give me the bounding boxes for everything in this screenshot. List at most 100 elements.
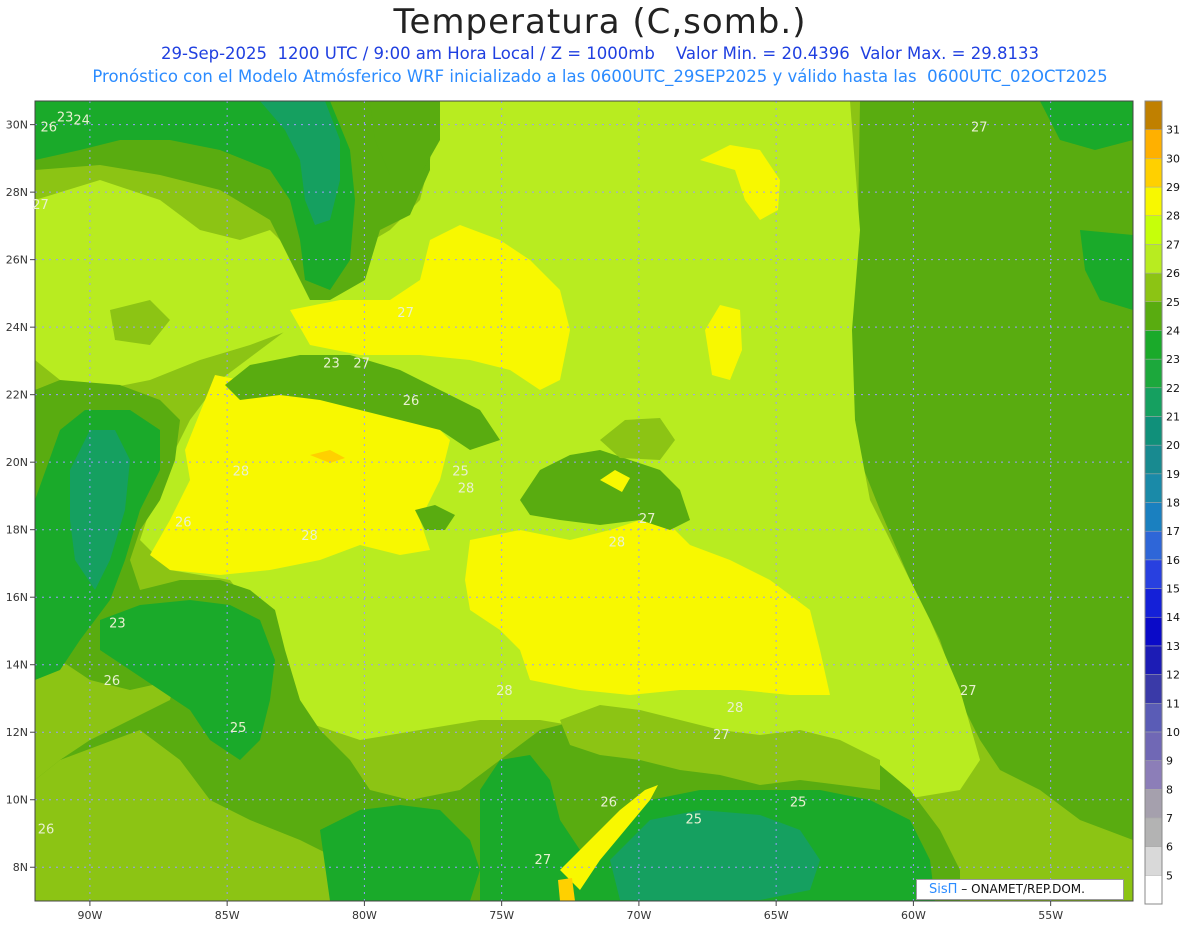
colorbar-label: 29 — [1166, 181, 1180, 194]
colorbar-label: 20 — [1166, 439, 1180, 452]
lat-tick-label: 18N — [6, 524, 28, 537]
colorbar-swatch — [1144, 416, 1163, 446]
lat-tick-label: 16N — [6, 591, 28, 604]
sispi-logo: SisΠ — [929, 882, 958, 897]
colorbar-swatch — [1144, 272, 1163, 303]
contour-label: 25 — [452, 465, 469, 480]
colorbar-swatch — [1144, 588, 1163, 618]
colorbar-swatch — [1144, 330, 1163, 360]
colorbar-label: 31 — [1166, 124, 1180, 137]
colorbar-swatch — [1144, 645, 1163, 675]
lon-tick-label: 75W — [489, 909, 514, 922]
contour-label: 26 — [104, 674, 121, 689]
colorbar-label: 28 — [1166, 210, 1180, 223]
colorbar-label: 9 — [1166, 755, 1173, 768]
colorbar-label: 6 — [1166, 841, 1173, 854]
contour-label: 27 — [397, 306, 414, 321]
colorbar-swatch — [1144, 215, 1163, 245]
colorbar-swatch — [1144, 559, 1163, 589]
lat-tick-label: 30N — [6, 119, 28, 132]
lat-tick-label: 28N — [6, 186, 28, 199]
colorbar-swatch — [1144, 473, 1163, 503]
contour-label: 26 — [403, 394, 420, 409]
contour-label: 23 — [57, 110, 74, 125]
colorbar-swatch — [1144, 760, 1163, 790]
colorbar-label: 22 — [1166, 382, 1180, 395]
colorbar-label: 18 — [1166, 497, 1180, 510]
contour-label: 27 — [353, 357, 370, 372]
colorbar-label: 14 — [1166, 611, 1180, 624]
lat-tick-label: 22N — [6, 389, 28, 402]
contour-label: 26 — [175, 515, 192, 530]
colorbar-label: 15 — [1166, 583, 1180, 596]
lat-tick-label: 10N — [6, 794, 28, 807]
color-legend: 5 6 7 8 9 10 11 12 13 14 15 16 17 18 19 20 21 22 23 24 25 26 2… — [1144, 100, 1180, 905]
contour-label: 26 — [600, 795, 617, 810]
colorbar-label: 17 — [1166, 525, 1180, 538]
lon-tick-label: 70W — [626, 909, 651, 922]
contour-label: 27 — [639, 512, 656, 527]
colorbar-label: 27 — [1166, 238, 1180, 251]
contour-label: 28 — [233, 465, 250, 480]
temperature-map: 23 2426 27272723 272628 252826282728232628 27… — [6, 100, 1180, 922]
lon-tick-label: 85W — [215, 909, 240, 922]
colorbar-label: 12 — [1166, 669, 1180, 682]
lat-tick-label: 12N — [6, 726, 28, 739]
colorbar-label: 13 — [1166, 640, 1180, 653]
lat-tick-label: 26N — [6, 254, 28, 267]
colorbar-label: 21 — [1166, 410, 1180, 423]
lat-tick-label: 14N — [6, 659, 28, 672]
colorbar-label: 24 — [1166, 324, 1180, 337]
contour-label: 23 — [109, 617, 126, 632]
colorbar-swatch — [1144, 530, 1163, 561]
colorbar-swatch — [1144, 817, 1163, 847]
credit-box: SisΠ – ONAMET/REP.DOM. — [916, 879, 1124, 900]
colorbar-swatch — [1144, 502, 1163, 532]
contour-label: 27 — [960, 684, 977, 699]
contour-label: 23 — [323, 357, 340, 372]
contour-label: 28 — [727, 701, 744, 716]
colorbar-label: 7 — [1166, 812, 1173, 825]
lon-tick-label: 65W — [764, 909, 789, 922]
colorbar-swatch — [1144, 129, 1163, 159]
colorbar-swatch — [1144, 444, 1163, 475]
contour-label: 25 — [686, 812, 703, 827]
contour-label: 24 — [73, 114, 90, 129]
contour-label: 27 — [535, 853, 552, 868]
colorbar-label: 26 — [1166, 267, 1180, 280]
colorbar-label: 19 — [1166, 468, 1180, 481]
lat-tick-label: 20N — [6, 456, 28, 469]
lon-tick-label: 80W — [352, 909, 377, 922]
colorbar-swatch — [1144, 846, 1163, 876]
contour-label: 28 — [301, 529, 318, 544]
lat-tick-label: 24N — [6, 321, 28, 334]
contour-label: 28 — [496, 684, 513, 699]
lon-tick-label: 90W — [77, 909, 102, 922]
colorbar-swatch — [1144, 875, 1163, 905]
contour-label: 27 — [971, 120, 988, 135]
lon-tick-label: 60W — [901, 909, 926, 922]
colorbar-swatch — [1144, 301, 1163, 331]
contour-label: 27 — [713, 728, 730, 743]
lon-tick-label: 55W — [1038, 909, 1063, 922]
colorbar-swatch — [1144, 186, 1163, 216]
colorbar-swatch — [1144, 789, 1163, 819]
colorbar-swatch — [1144, 100, 1163, 130]
colorbar-label: 10 — [1166, 726, 1180, 739]
colorbar-label: 25 — [1166, 296, 1180, 309]
contour-label: 28 — [609, 536, 626, 551]
colorbar-swatch — [1144, 731, 1163, 761]
colorbar-swatch — [1144, 358, 1163, 389]
contour-label: 25 — [790, 795, 807, 810]
contour-label: 26 — [40, 120, 57, 135]
colorbar-swatch — [1144, 703, 1163, 733]
contour-label: 27 — [32, 198, 49, 213]
colorbar-label: 5 — [1166, 869, 1173, 882]
contour-label: 28 — [458, 482, 475, 497]
colorbar-swatch — [1144, 158, 1163, 188]
colorbar-label: 23 — [1166, 353, 1180, 366]
colorbar-swatch — [1144, 616, 1163, 647]
colorbar-swatch — [1144, 674, 1163, 704]
credit-text: – ONAMET/REP.DOM. — [961, 882, 1085, 896]
colorbar-swatch — [1144, 244, 1163, 274]
